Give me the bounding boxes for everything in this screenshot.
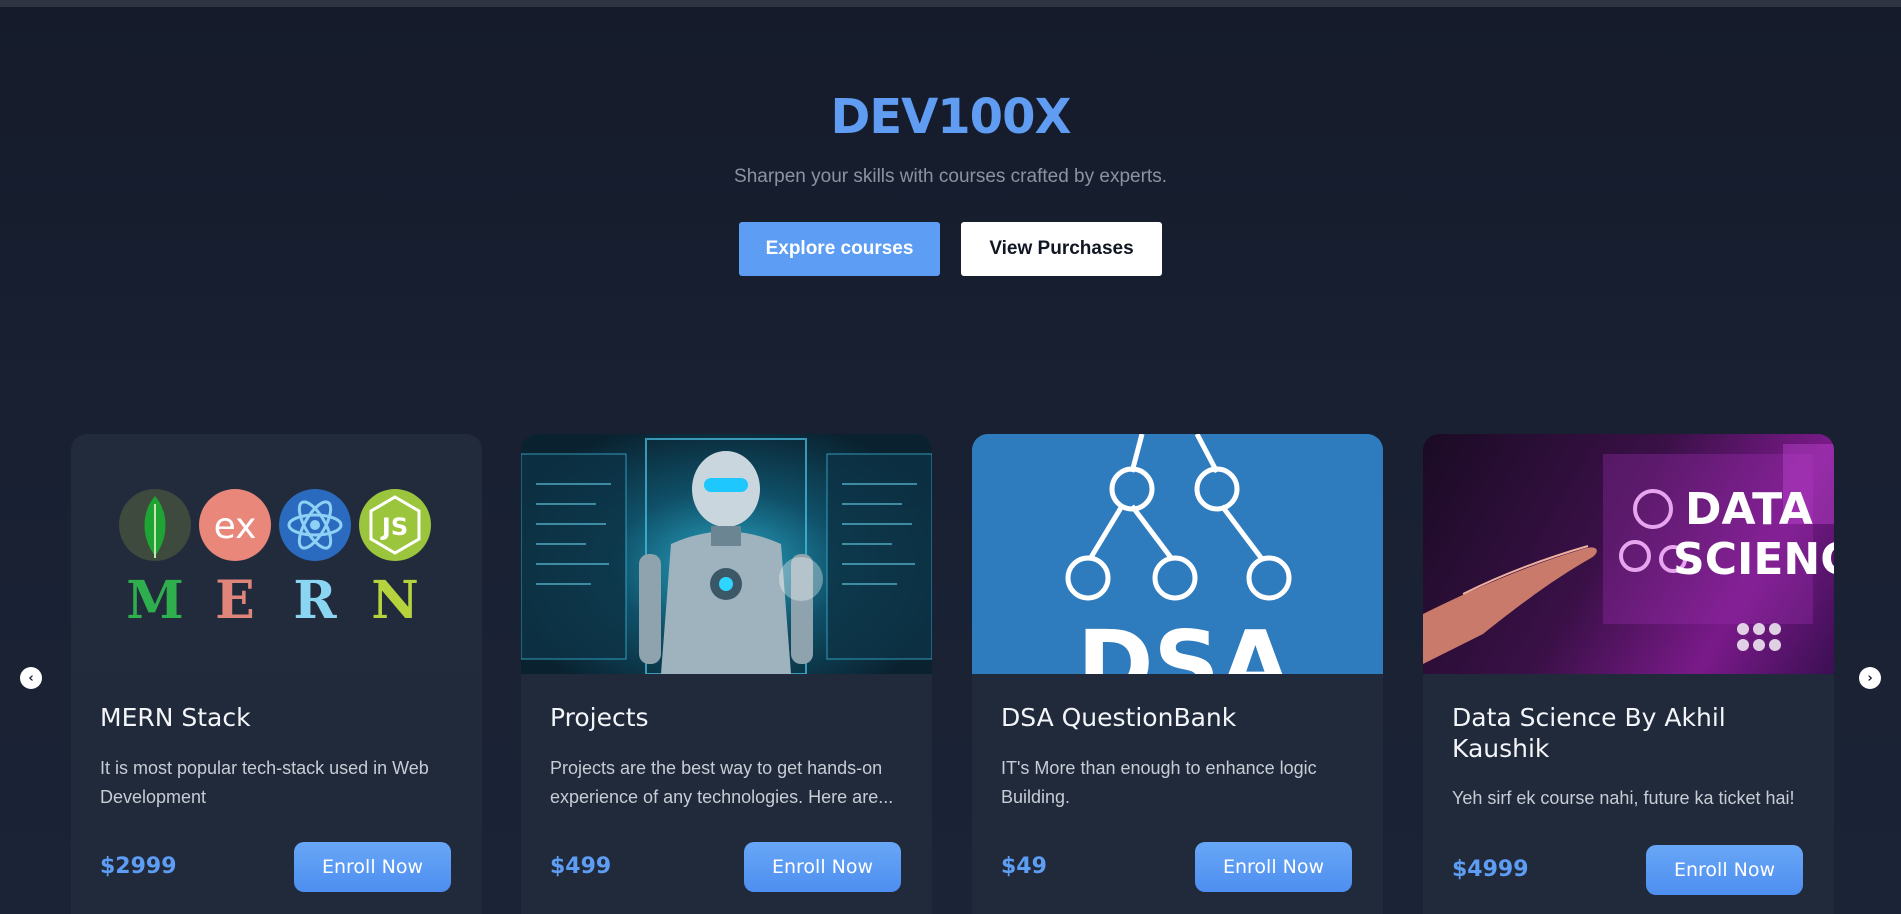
svg-text:R: R (293, 570, 337, 631)
chevron-left-icon[interactable]: ‹ (20, 667, 42, 689)
course-image-mern: ex JS M E R N (71, 434, 482, 674)
site-subtitle: Sharpen your skills with courses crafted… (734, 166, 1167, 187)
course-card-mern[interactable]: ex JS M E R N MERN Stack It is most popu… (71, 434, 482, 914)
course-title: MERN Stack (100, 703, 251, 732)
enroll-now-button[interactable]: Enroll Now (744, 842, 901, 892)
explore-courses-button[interactable]: Explore courses (739, 222, 940, 276)
course-price: $49 (1001, 854, 1047, 879)
svg-text:N: N (371, 570, 419, 631)
dsa-logo-text: DSA (1077, 611, 1291, 674)
course-title: DSA QuestionBank (1001, 703, 1237, 732)
course-description: Projects are the best way to get hands-o… (550, 758, 894, 807)
course-card-projects[interactable]: Projects Projects are the best way to ge… (521, 434, 932, 914)
data-science-graphic: DATA SCIENCE (1423, 444, 1834, 664)
express-logo-text: ex (214, 506, 257, 547)
course-image-projects (521, 434, 932, 674)
mern-logos-graphic: ex JS M E R N (119, 489, 431, 631)
binary-tree-graphic: DSA (1065, 434, 1292, 674)
page: DEV100X Sharpen your skills with courses… (0, 0, 1901, 914)
course-image-dsa: DSA (972, 434, 1383, 674)
view-purchases-button[interactable]: View Purchases (961, 222, 1162, 276)
course-price: $4999 (1452, 857, 1529, 882)
robot-graphic (521, 438, 932, 674)
course-card-data-science[interactable]: DATA SCIENCE Data Science By Akhil Kaush… (1423, 434, 1834, 914)
course-title: Projects (550, 703, 649, 732)
course-title: Data Science By Akhil Kaushik (1452, 703, 1726, 763)
course-description: IT's More than enough to enhance logic B… (1001, 758, 1317, 807)
course-description: Yeh sirf ek course nahi, future ka ticke… (1452, 788, 1795, 808)
enroll-now-button[interactable]: Enroll Now (1195, 842, 1352, 892)
top-bar (0, 0, 1901, 7)
course-description: It is most popular tech-stack used in We… (100, 758, 429, 807)
svg-text:E: E (215, 570, 255, 631)
svg-text:JS: JS (380, 513, 408, 541)
data-science-logo-line1: DATA (1685, 484, 1813, 535)
course-image-data-science: DATA SCIENCE (1423, 434, 1834, 674)
svg-text:M: M (126, 570, 184, 631)
site-title: DEV100X (830, 89, 1072, 145)
chevron-right-icon[interactable]: › (1859, 667, 1881, 689)
enroll-now-button[interactable]: Enroll Now (294, 842, 451, 892)
data-science-logo-line2: SCIENCE (1673, 534, 1834, 585)
enroll-now-button[interactable]: Enroll Now (1646, 845, 1803, 895)
course-price: $2999 (100, 854, 177, 879)
course-price: $499 (550, 854, 612, 879)
course-card-dsa[interactable]: DSA DSA QuestionBank IT's More than enou… (972, 434, 1383, 914)
